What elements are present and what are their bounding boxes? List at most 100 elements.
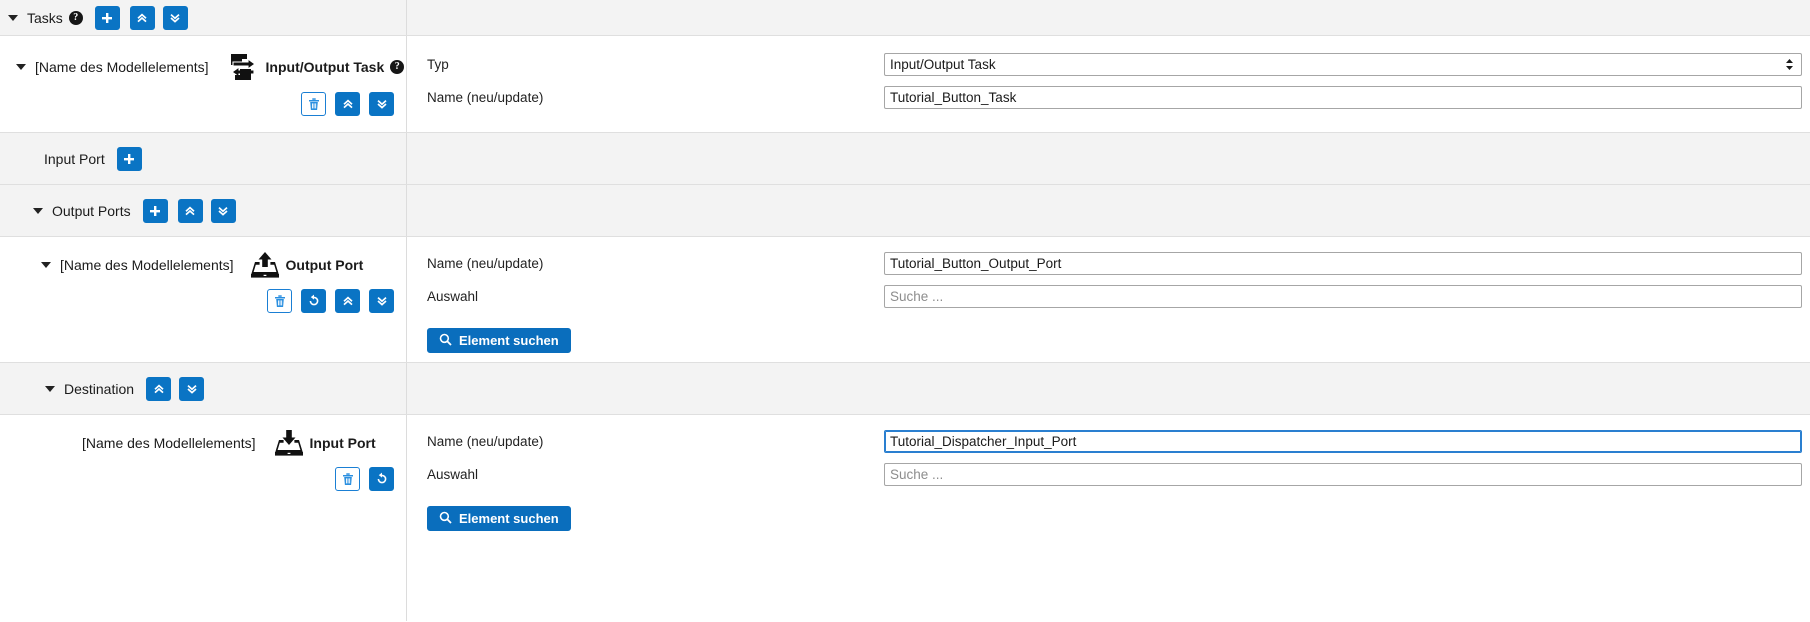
- expand-destination-button[interactable]: [179, 376, 205, 401]
- output-port-tree-cell: [Name des Modellelements] Output Port: [0, 237, 407, 362]
- task-node: [Name des Modellelements] Input/Output T…: [0, 36, 406, 82]
- input-port-section-right: [407, 133, 1810, 184]
- output-ports-section-label: Output Ports: [52, 202, 131, 219]
- output-port-search-element-label: Element suchen: [459, 333, 559, 348]
- destination-port-model-element-name: [Name des Modellelements]: [82, 435, 256, 451]
- task-type-label: Input/Output Task: [265, 59, 385, 75]
- destination-port-search-element-label: Element suchen: [459, 511, 559, 526]
- chevron-double-up-icon: [185, 205, 195, 215]
- task-model-element-name: [Name des Modellelements]: [35, 59, 209, 75]
- chevron-down-icon[interactable]: [33, 207, 43, 214]
- destination-port-node: [Name des Modellelements] Input Port: [0, 415, 406, 457]
- move-task-up-button[interactable]: [335, 92, 360, 116]
- chevron-double-down-icon: [218, 206, 228, 216]
- destination-port-row-band: [Name des Modellelements] Input Port Nam…: [0, 415, 1810, 621]
- plus-icon: [102, 12, 113, 23]
- output-port-name-input[interactable]: [884, 252, 1802, 275]
- chevron-down-icon[interactable]: [16, 64, 26, 70]
- output-ports-section-left: Output Ports: [0, 185, 407, 236]
- import-tray-icon: [274, 429, 304, 457]
- destination-port-auswahl-label: Auswahl: [427, 467, 479, 482]
- refresh-ccw-icon: [377, 472, 386, 484]
- destination-port-name-input[interactable]: [884, 430, 1802, 453]
- chevron-double-down-icon: [170, 13, 180, 23]
- destination-port-search-element-button[interactable]: Element suchen: [427, 506, 571, 531]
- chevron-down-icon[interactable]: [45, 385, 55, 392]
- chevron-double-down-icon: [186, 384, 197, 394]
- move-output-port-up-button[interactable]: [335, 289, 360, 313]
- move-output-port-down-button[interactable]: [369, 289, 394, 313]
- output-ports-section-right: [407, 185, 1810, 236]
- output-port-type-label: Output Port: [285, 257, 364, 273]
- output-port-auswahl-row: Auswahl: [407, 280, 1810, 313]
- chevron-double-up-icon: [342, 296, 353, 306]
- destination-port-auswahl-input[interactable]: [884, 463, 1802, 486]
- destination-port-auswahl-row: Auswahl: [407, 458, 1810, 491]
- add-task-button[interactable]: [94, 5, 120, 30]
- task-name-label: Name (neu/update): [427, 90, 544, 105]
- search-icon: [439, 333, 452, 349]
- add-output-port-button[interactable]: [142, 198, 168, 223]
- reset-output-port-button[interactable]: [301, 289, 326, 313]
- output-port-model-element-name: [Name des Modellelements]: [60, 257, 234, 273]
- search-icon: [439, 511, 452, 527]
- task-tree-cell: [Name des Modellelements] Input/Output T…: [0, 36, 407, 132]
- destination-port-tree-cell: [Name des Modellelements] Input Port: [0, 415, 407, 621]
- task-typ-label: Typ: [427, 57, 449, 72]
- task-row-band: [Name des Modellelements] Input/Output T…: [0, 36, 1810, 133]
- delete-destination-port-button[interactable]: [335, 467, 360, 491]
- destination-port-name-label: Name (neu/update): [427, 434, 544, 449]
- task-action-buttons: [301, 92, 394, 116]
- refresh-ccw-icon: [309, 294, 318, 306]
- input-port-section-band: Input Port: [0, 133, 1810, 185]
- task-typ-select[interactable]: Input/Output Task: [884, 53, 1802, 76]
- destination-section-band: Destination: [0, 363, 1810, 415]
- task-form: Typ Input/Output Task Name (neu/update) …: [407, 36, 1810, 132]
- help-icon[interactable]: ?: [68, 10, 83, 25]
- task-name-row: Name (neu/update): [407, 81, 1810, 114]
- collapse-destination-button[interactable]: [146, 376, 172, 401]
- output-port-name-label: Name (neu/update): [427, 256, 544, 271]
- tasks-title: Tasks: [27, 9, 63, 26]
- destination-port-form: Name (neu/update) Auswahl: [407, 415, 1810, 621]
- input-port-section-label: Input Port: [44, 150, 105, 167]
- destination-port-action-buttons: [335, 467, 394, 491]
- export-tray-icon: [250, 251, 280, 279]
- add-input-port-button[interactable]: [116, 146, 142, 171]
- destination-section-left: Destination: [0, 363, 407, 414]
- chevron-double-down-icon: [376, 99, 387, 109]
- move-task-down-button[interactable]: [369, 92, 394, 116]
- output-port-node: [Name des Modellelements] Output Port: [0, 237, 406, 279]
- chevron-updown-icon: [1785, 58, 1794, 71]
- output-port-search-element-button[interactable]: Element suchen: [427, 328, 571, 353]
- plus-icon: [124, 153, 135, 164]
- destination-port-name-row: Name (neu/update): [407, 425, 1810, 458]
- tasks-header-right: [407, 0, 1810, 35]
- output-port-auswahl-input[interactable]: [884, 285, 1802, 308]
- task-typ-row: Typ Input/Output Task: [407, 48, 1810, 81]
- collapse-all-tasks-button[interactable]: [129, 5, 155, 30]
- task-name-input[interactable]: [884, 86, 1802, 109]
- expand-all-tasks-button[interactable]: [162, 5, 188, 30]
- delete-output-port-button[interactable]: [267, 289, 292, 313]
- output-port-auswahl-label: Auswahl: [427, 289, 479, 304]
- expand-all-output-ports-button[interactable]: [210, 198, 236, 223]
- chevron-down-icon[interactable]: [8, 14, 18, 21]
- chevron-double-down-icon: [376, 296, 387, 306]
- chevron-down-icon[interactable]: [41, 262, 51, 268]
- task-typ-select-value: Input/Output Task: [890, 57, 996, 72]
- tasks-header-left: Tasks ?: [0, 0, 407, 35]
- reset-destination-port-button[interactable]: [369, 467, 394, 491]
- chevron-double-up-icon: [342, 99, 353, 109]
- help-icon[interactable]: ?: [390, 60, 405, 74]
- collapse-all-output-ports-button[interactable]: [177, 198, 203, 223]
- chevron-double-up-icon: [153, 383, 164, 393]
- destination-section-label: Destination: [64, 380, 135, 397]
- trash-icon: [274, 294, 285, 307]
- destination-port-search-row: Element suchen: [407, 491, 1810, 531]
- output-port-row-band: [Name des Modellelements] Output Port Na…: [0, 237, 1810, 363]
- output-port-name-row: Name (neu/update): [407, 247, 1810, 280]
- destination-port-type-label: Input Port: [309, 435, 376, 451]
- delete-task-button[interactable]: [301, 92, 326, 116]
- output-port-form: Name (neu/update) Auswahl: [407, 237, 1810, 362]
